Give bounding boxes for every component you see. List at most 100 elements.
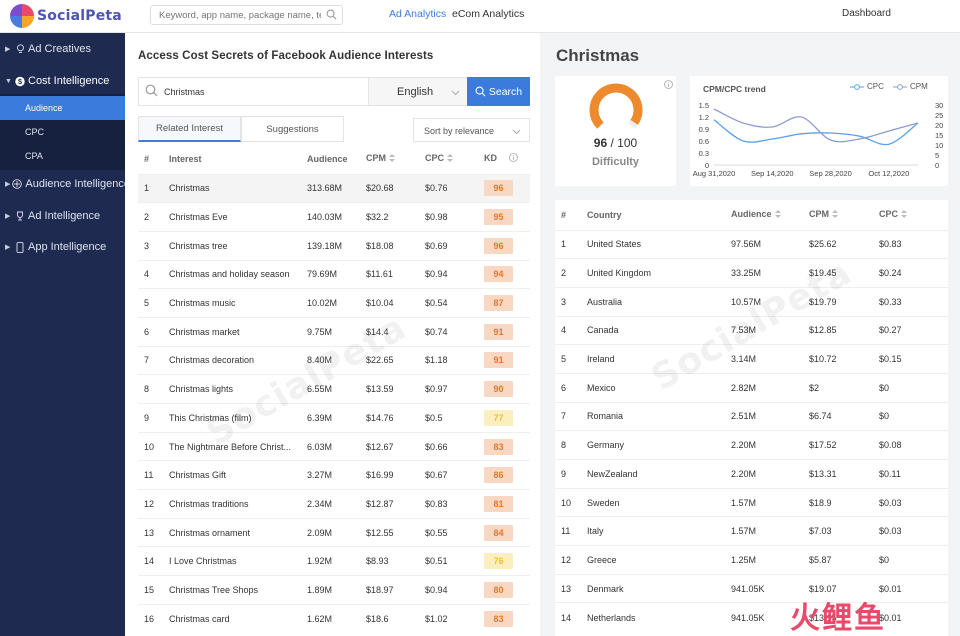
- table-row[interactable]: 13 Christmas ornament 2.09M $12.55 $0.55 84: [138, 517, 530, 547]
- row-cpc: $0.97: [425, 374, 484, 404]
- search-icon[interactable]: [326, 9, 337, 23]
- info-icon[interactable]: [509, 153, 518, 164]
- row-cpc: $0.69: [425, 230, 484, 261]
- table-row[interactable]: 9 NewZealand 2.20M $13.31 $0.11: [555, 459, 948, 489]
- col-cpc[interactable]: CPC: [879, 200, 948, 230]
- logo[interactable]: SocialPeta: [10, 4, 122, 28]
- col-cpm[interactable]: CPM: [809, 200, 879, 230]
- table-row[interactable]: 8 Christmas lights 6.55M $13.59 $0.97 90: [138, 374, 530, 404]
- row-cpm: $12.87: [366, 489, 425, 519]
- difficulty-gauge: [589, 83, 643, 129]
- sort-icon[interactable]: [389, 154, 395, 164]
- nav-ad-analytics[interactable]: Ad Analytics: [389, 8, 446, 20]
- row-cpc: $0.24: [879, 258, 948, 288]
- row-cpc: $0.83: [425, 489, 484, 519]
- table-row[interactable]: 14 I Love Christmas 1.92M $8.93 $0.51 76: [138, 546, 530, 576]
- nav-ecom-analytics[interactable]: eCom Analytics: [452, 8, 524, 20]
- row-interest: Christmas tree: [164, 230, 307, 261]
- table-row[interactable]: 2 United Kingdom 33.25M $19.45 $0.24: [555, 258, 948, 288]
- kd-badge: 96: [484, 180, 513, 197]
- row-interest: Christmas music: [164, 288, 307, 318]
- sort-icon[interactable]: [774, 210, 781, 220]
- table-row[interactable]: 12 Christmas traditions 2.34M $12.87 $0.83 81: [138, 489, 530, 519]
- table-row[interactable]: 11 Italy 1.57M $7.03 $0.03: [555, 516, 948, 546]
- sort-select[interactable]: Sort by relevance: [413, 118, 530, 142]
- table-row[interactable]: 15 Christmas Tree Shops 1.89M $18.97 $0.94 80: [138, 575, 530, 605]
- row-audience: 8.40M: [307, 345, 366, 375]
- row-rank: 12: [138, 489, 164, 519]
- col-cpm[interactable]: CPM: [366, 144, 425, 174]
- sidebar-item-app-intelligence[interactable]: ▶ App Intelligence: [0, 235, 125, 259]
- table-row[interactable]: 12 Greece 1.25M $5.87 $0: [555, 545, 948, 575]
- brand-name: SocialPeta: [37, 8, 122, 24]
- table-row[interactable]: 8 Germany 2.20M $17.52 $0.08: [555, 430, 948, 460]
- col-audience[interactable]: Audience: [731, 200, 809, 230]
- sidebar-subitem-audience[interactable]: Audience: [0, 96, 125, 120]
- row-rank: 7: [138, 345, 164, 375]
- y-right-tick-label: 10: [935, 141, 943, 150]
- row-kd: 83: [484, 603, 530, 633]
- table-row[interactable]: 14 Netherlands 941.05K $13.15 $0.01: [555, 602, 948, 632]
- row-country: Mexico: [581, 372, 731, 403]
- row-interest: Christmas decoration: [164, 345, 307, 375]
- table-row[interactable]: 9 This Christmas (film) 6.39M $14.76 $0.5 77: [138, 403, 530, 433]
- row-cpm: $18.6: [366, 603, 425, 633]
- sidebar-subitem-cpc[interactable]: CPC: [0, 120, 125, 144]
- info-icon[interactable]: [664, 80, 673, 92]
- global-search[interactable]: [150, 5, 343, 25]
- row-rank: 1: [138, 173, 164, 203]
- row-interest: Christmas traditions: [164, 489, 307, 519]
- table-row[interactable]: 3 Australia 10.57M $19.79 $0.33: [555, 286, 948, 317]
- col-cpc[interactable]: CPC: [425, 144, 484, 174]
- table-row[interactable]: 6 Mexico 2.82M $2 $0: [555, 372, 948, 403]
- table-row[interactable]: 11 Christmas Gift 3.27M $16.99 $0.67 86: [138, 460, 530, 490]
- sort-icon[interactable]: [447, 154, 454, 164]
- global-search-input[interactable]: [151, 6, 321, 24]
- col-rank: #: [144, 153, 150, 164]
- table-row[interactable]: 5 Christmas music 10.02M $10.04 $0.54 87: [138, 288, 530, 318]
- table-row[interactable]: 5 Ireland 3.14M $10.72 $0.15: [555, 344, 948, 374]
- table-row[interactable]: 16 Christmas card 1.62M $18.6 $1.02 83: [138, 603, 530, 633]
- sidebar-item-cost-intelligence[interactable]: ▼ $ Cost Intelligence: [0, 69, 125, 93]
- table-row[interactable]: 10 Sweden 1.57M $18.9 $0.03: [555, 487, 948, 517]
- table-row[interactable]: 10 The Nightmare Before Christ... 6.03M $12…: [138, 431, 530, 461]
- tab-suggestions[interactable]: Suggestions: [241, 116, 344, 142]
- language-select[interactable]: English: [368, 78, 468, 105]
- table-row[interactable]: 1 United States 97.56M $25.62 $0.83: [555, 229, 948, 259]
- table-row[interactable]: 13 Denmark 941.05K $19.07 $0.01: [555, 573, 948, 603]
- tab-related-interest[interactable]: Related Interest: [138, 116, 241, 142]
- table-row[interactable]: 6 Christmas market 9.75M $14.4 $0.74 91: [138, 316, 530, 347]
- sidebar-item-audience-intelligence[interactable]: ▶ Audience Intelligence: [0, 172, 130, 196]
- search-button[interactable]: Search: [467, 77, 530, 106]
- row-rank: 13: [555, 573, 581, 603]
- row-kd: 87: [484, 288, 530, 318]
- row-rank: 6: [138, 316, 164, 347]
- table-row[interactable]: 1 Christmas 313.68M $20.68 $0.76 96: [138, 173, 530, 203]
- trophy-icon: [15, 211, 25, 221]
- table-row[interactable]: 4 Canada 7.53M $12.85 $0.27: [555, 315, 948, 345]
- table-row[interactable]: 2 Christmas Eve 140.03M $32.2 $0.98 95: [138, 202, 530, 232]
- table-row[interactable]: 7 Romania 2.51M $6.74 $0: [555, 401, 948, 431]
- row-audience: 139.18M: [307, 230, 366, 261]
- table-row[interactable]: 4 Christmas and holiday season 79.69M $11.6…: [138, 259, 530, 289]
- table-row[interactable]: 7 Christmas decoration 8.40M $22.65 $1.18 91: [138, 345, 530, 375]
- sort-icon[interactable]: [901, 210, 908, 220]
- sidebar-subitem-cpa[interactable]: CPA: [0, 144, 125, 168]
- row-country: Greece: [581, 545, 731, 575]
- sidebar-item-ad-creatives[interactable]: ▶ Ad Creatives: [0, 37, 125, 61]
- table-row[interactable]: 3 Christmas tree 139.18M $18.08 $0.69 96: [138, 230, 530, 261]
- nav-dashboard[interactable]: Dashboard: [842, 8, 891, 19]
- svg-text:$: $: [18, 76, 22, 85]
- sidebar-item-ad-intelligence[interactable]: ▶ Ad Intelligence: [0, 204, 125, 228]
- row-kd: 81: [484, 489, 530, 519]
- kd-badge: 81: [484, 495, 513, 512]
- sort-icon[interactable]: [832, 210, 838, 220]
- row-cpm: $14.4: [366, 316, 425, 347]
- row-cpc: $0.51: [425, 546, 484, 576]
- interest-search-input[interactable]: Christmas: [164, 87, 205, 97]
- row-rank: 10: [555, 487, 581, 517]
- row-interest: Christmas Eve: [164, 202, 307, 232]
- col-country: Country: [587, 209, 622, 220]
- row-interest: Christmas Gift: [164, 460, 307, 490]
- language-value: English: [397, 86, 434, 98]
